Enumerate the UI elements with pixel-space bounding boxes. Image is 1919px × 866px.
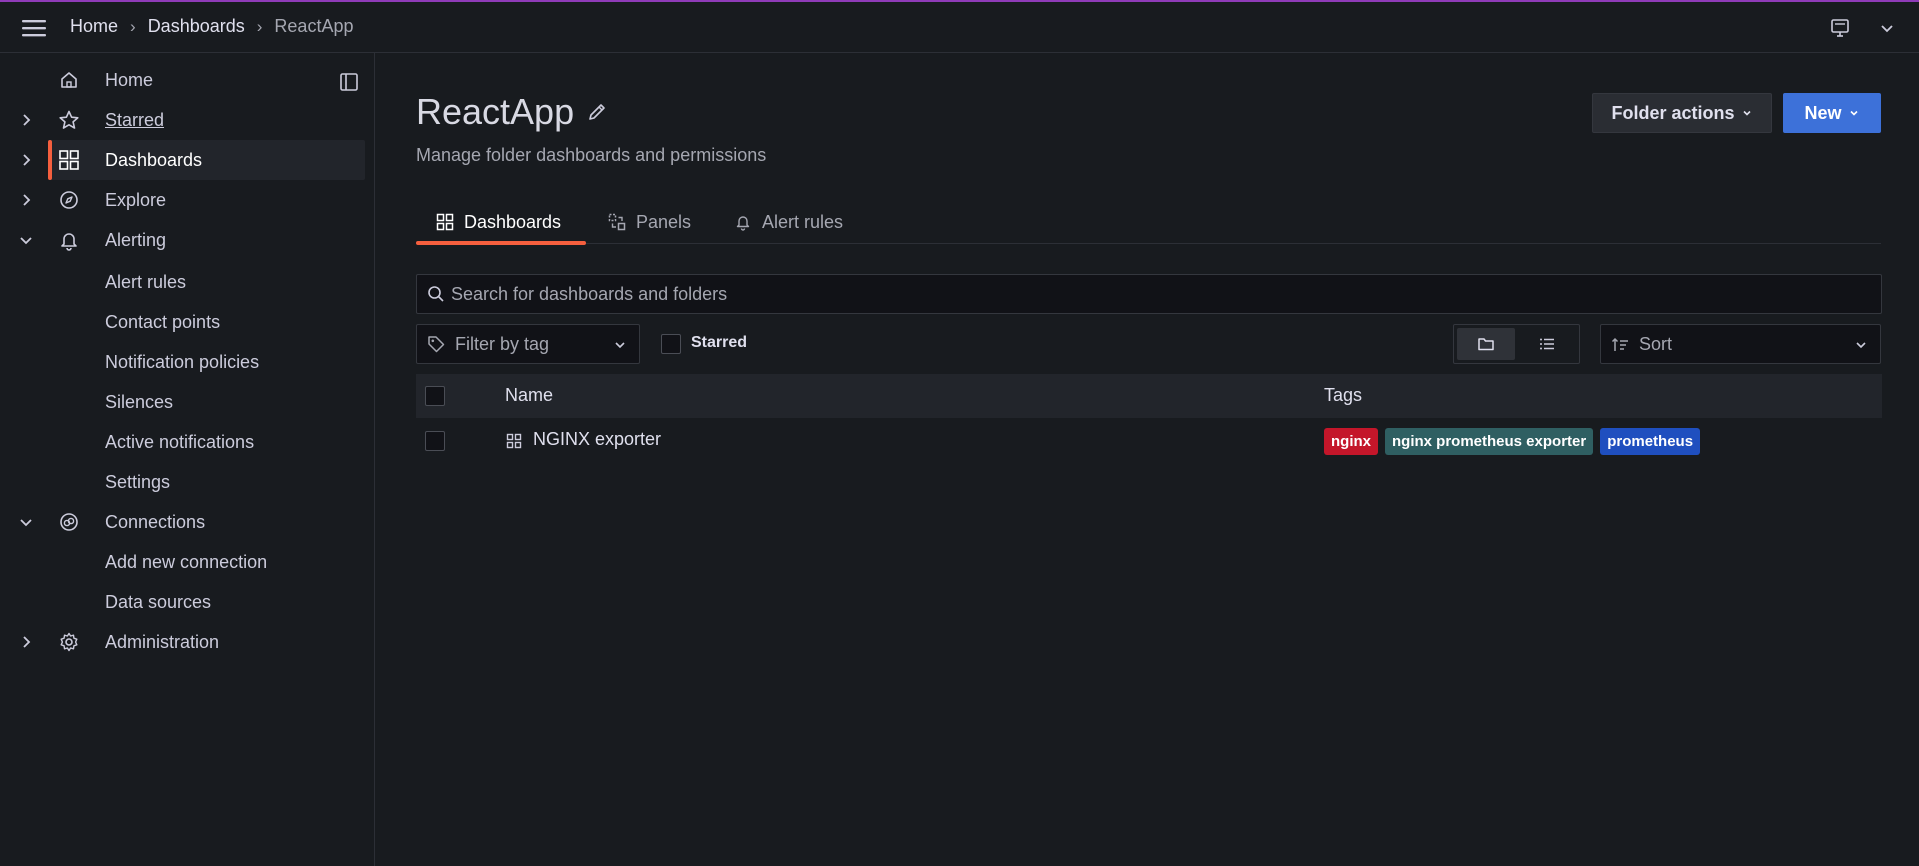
sort-amount-icon — [1611, 337, 1628, 351]
sidebar-item-administration[interactable]: Administration — [0, 622, 365, 662]
apps-icon — [436, 213, 454, 231]
row-checkbox[interactable] — [425, 431, 445, 451]
search-icon — [428, 286, 444, 302]
breadcrumb: Home › Dashboards › ReactApp — [70, 16, 353, 37]
monitor-icon[interactable] — [1829, 17, 1851, 39]
tab-bar: Dashboards Panels Alert rules — [416, 200, 1881, 245]
chevron-down-icon — [1742, 110, 1751, 116]
tab-dashboards[interactable]: Dashboards — [416, 200, 586, 245]
home-icon — [61, 72, 77, 88]
new-label: New — [1804, 102, 1842, 123]
tab-label: Panels — [636, 211, 692, 232]
cog-icon — [60, 632, 78, 652]
sidebar-item-dashboards[interactable]: Dashboards — [23, 140, 365, 180]
breadcrumb-separator: › — [256, 16, 263, 36]
tab-label: Dashboards — [464, 211, 562, 232]
tag-filter-placeholder: Filter by tag — [455, 334, 550, 354]
apps-icon — [506, 433, 522, 449]
sidebar-item-alerting[interactable]: Alerting — [0, 220, 365, 260]
list-view-button[interactable] — [1518, 328, 1576, 360]
chevron-right-icon[interactable] — [18, 112, 34, 128]
apps-icon — [59, 150, 79, 170]
starred-checkbox[interactable] — [661, 334, 681, 354]
sidebar-item-label: Administration — [105, 632, 220, 652]
link-icon — [60, 513, 78, 531]
chevron-down-icon[interactable] — [18, 514, 34, 530]
sort-select[interactable]: Sort — [1600, 324, 1881, 364]
chevron-down-icon — [1856, 342, 1866, 349]
tag-badge[interactable]: nginx prometheus exporter — [1385, 428, 1594, 455]
sidebar-item-label: Dashboards — [105, 150, 203, 170]
sidebar-subitem-notification-policies[interactable]: Notification policies — [105, 352, 259, 373]
list-icon — [1540, 338, 1554, 350]
column-header-name[interactable]: Name — [505, 385, 553, 406]
sidebar-subitem-data-sources[interactable]: Data sources — [105, 592, 211, 613]
library-panel-icon — [608, 213, 626, 231]
folder-view-button[interactable] — [1457, 328, 1515, 360]
tab-panels[interactable]: Panels — [608, 200, 691, 244]
breadcrumb-separator: › — [130, 16, 136, 36]
bell-icon — [61, 233, 77, 251]
chevron-right-icon[interactable] — [18, 192, 34, 208]
column-header-tags: Tags — [1324, 385, 1363, 405]
view-toggle — [1453, 324, 1580, 364]
bell-icon — [736, 216, 750, 231]
sidebar-subitem-contact-points[interactable]: Contact points — [105, 312, 220, 333]
sidebar-subitem-active-notifications[interactable]: Active notifications — [105, 432, 254, 453]
sidebar-item-label: Starred — [105, 110, 165, 130]
sidebar-item-connections[interactable]: Connections — [0, 502, 365, 542]
tag-list: nginx nginx prometheus exporter promethe… — [1324, 428, 1701, 455]
top-bar: Home › Dashboards › ReactApp — [0, 0, 1919, 53]
sidebar-subitem-silences[interactable]: Silences — [105, 392, 173, 413]
search-box — [416, 274, 1882, 314]
sidebar-item-label: Connections — [105, 512, 206, 532]
main-content: ReactApp Manage folder dashboards and pe… — [376, 53, 1919, 866]
sidebar-subitem-settings[interactable]: Settings — [105, 472, 170, 493]
sidebar-subitem-add-new-connection[interactable]: Add new connection — [105, 552, 267, 573]
sidebar-item-home[interactable]: Home — [0, 60, 365, 100]
chevron-right-icon[interactable] — [18, 634, 34, 650]
tag-badge[interactable]: prometheus — [1600, 428, 1701, 455]
breadcrumb-dashboards[interactable]: Dashboards — [148, 16, 245, 37]
pencil-icon[interactable] — [586, 101, 608, 123]
sidebar-item-label: Home — [105, 70, 154, 90]
new-button[interactable]: New — [1783, 93, 1881, 133]
page-subtitle: Manage folder dashboards and permissions — [416, 145, 767, 165]
page-title-text: ReactApp — [416, 91, 575, 132]
menu-icon[interactable] — [20, 16, 48, 40]
tab-label: Alert rules — [762, 211, 844, 232]
search-input[interactable] — [451, 275, 1851, 313]
folder-icon — [1478, 338, 1494, 351]
chevron-down-icon — [1849, 110, 1858, 116]
dashboard-name-link[interactable]: NGINX exporter — [533, 429, 661, 450]
folder-actions-button[interactable]: Folder actions — [1592, 93, 1772, 133]
page-title: ReactApp — [416, 91, 608, 133]
chevron-down-icon — [615, 342, 625, 349]
chevron-right-icon[interactable] — [18, 152, 34, 168]
sidebar-subitem-alert-rules[interactable]: Alert rules — [105, 272, 186, 293]
chevron-down-icon[interactable] — [18, 232, 34, 248]
table-header: Name Tags — [416, 374, 1882, 418]
sidebar-item-label: Alerting — [105, 230, 167, 250]
sidebar-item-label: Explore — [105, 190, 167, 210]
sidebar: Home Starred Dashboards Explore Alerting… — [0, 53, 375, 866]
folder-actions-label: Folder actions — [1611, 102, 1735, 123]
breadcrumb-home[interactable]: Home — [70, 16, 118, 37]
tag-filter-select[interactable]: Filter by tag — [416, 324, 640, 364]
tag-icon — [428, 336, 445, 353]
starred-label: Starred — [691, 334, 748, 351]
chevron-down-icon[interactable] — [1878, 19, 1896, 37]
star-icon — [59, 110, 79, 129]
breadcrumb-current: ReactApp — [274, 16, 354, 36]
table-row[interactable]: NGINX exporter nginx nginx prometheus ex… — [416, 418, 1882, 464]
sidebar-item-starred[interactable]: Starred — [0, 100, 365, 140]
tab-alert-rules[interactable]: Alert rules — [734, 200, 843, 244]
compass-icon — [60, 191, 78, 209]
sort-label: Sort — [1639, 334, 1673, 354]
select-all-checkbox[interactable] — [425, 386, 445, 406]
sidebar-item-explore[interactable]: Explore — [0, 180, 365, 220]
tag-badge[interactable]: nginx — [1324, 428, 1378, 455]
